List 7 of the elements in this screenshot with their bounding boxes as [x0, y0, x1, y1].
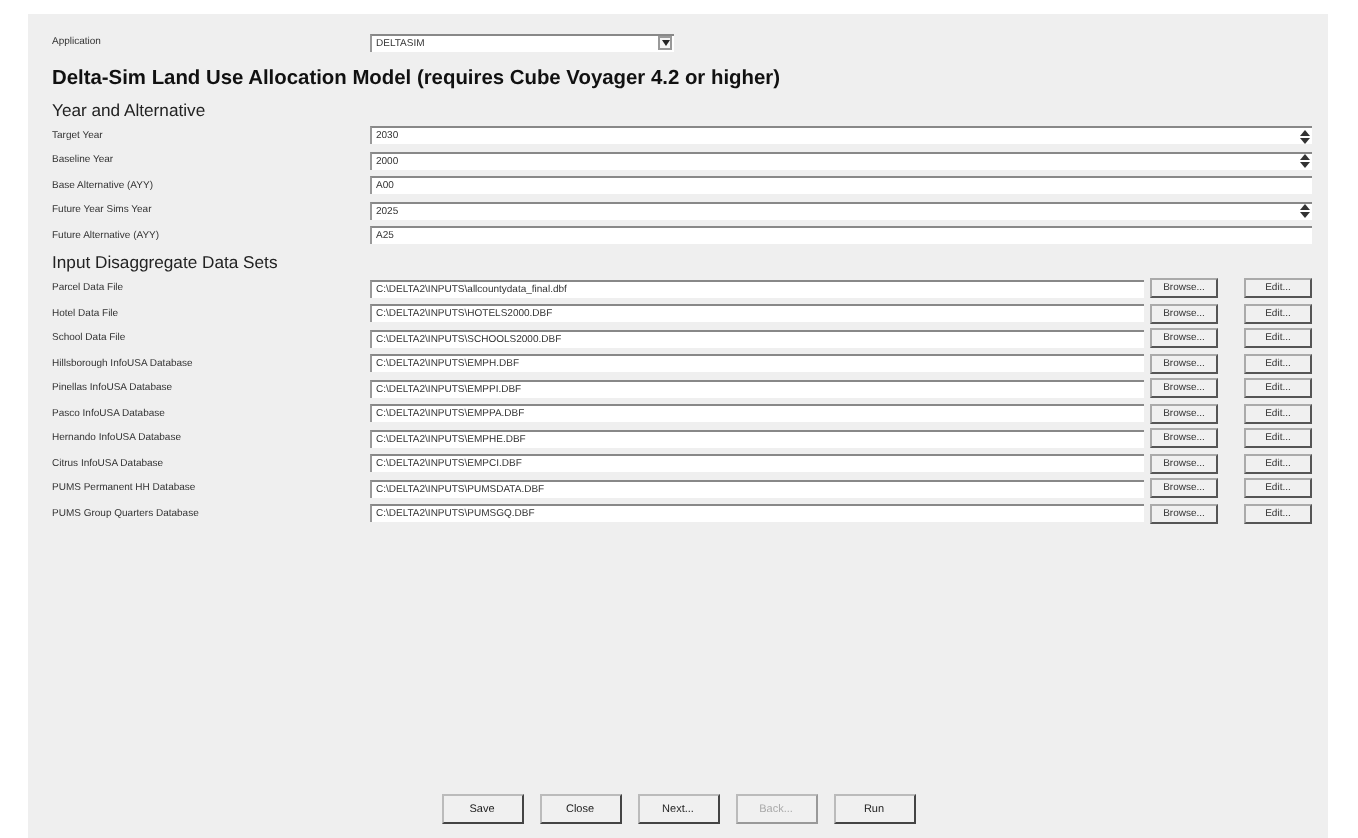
form-title: Delta-Sim Land Use Allocation Model (requires Cube Voyager 4.2 or higher) [52, 67, 782, 89]
section-heading: Input Disaggregate Data Sets [52, 252, 280, 272]
spinner-arrows-icon[interactable] [1300, 204, 1310, 219]
dropdown-arrow-icon[interactable] [658, 36, 672, 51]
spinner-arrows-icon[interactable] [1300, 129, 1310, 144]
section-heading: Year and Alternative [52, 99, 208, 119]
spinner-arrows-icon[interactable] [1300, 154, 1310, 169]
